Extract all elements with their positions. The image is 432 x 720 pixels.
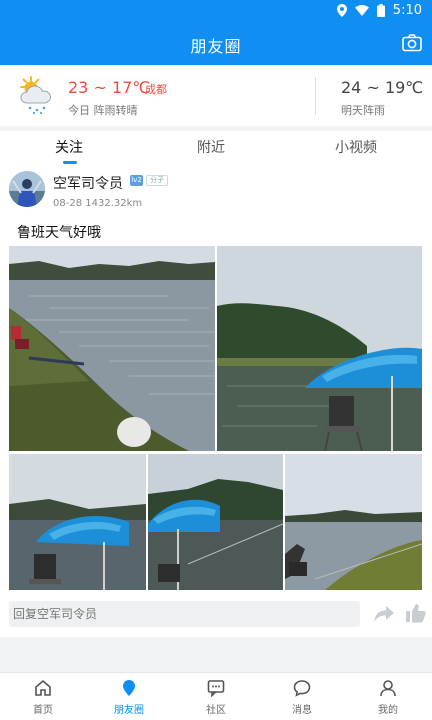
post-photo[interactable] [217,246,422,451]
post-photo[interactable] [9,454,146,590]
tomorrow-forecast: 明天阵雨 [341,104,385,117]
divider [315,77,316,115]
status-bar: 5:10 [0,0,432,22]
camera-icon[interactable] [402,34,422,52]
tab-following[interactable]: 关注 [55,137,83,157]
level-badge: lv2 [130,175,143,186]
post-meta: 08-28 1432.32km [53,198,143,209]
post-photo[interactable] [148,454,283,590]
city-label: 成都 [145,83,167,96]
bottom-navigation: 首页 朋友圈 社区 消息 我的 [0,672,432,720]
tab-short-video[interactable]: 小视频 [335,137,377,157]
status-time: 5:10 [392,3,422,18]
nav-moments[interactable]: 朋友圈 [99,679,159,716]
today-temperature: 23 ~ 17℃ [68,78,151,97]
battery-icon [376,4,385,17]
nav-profile-label: 我的 [378,705,398,716]
title-badge: 分子 [146,175,168,186]
reply-input[interactable]: 回复空军司令员 [9,601,360,627]
home-icon [35,679,51,696]
location-pin-icon [123,680,135,696]
share-icon[interactable] [374,605,394,623]
nav-messages-label: 消息 [292,705,312,716]
today-forecast: 今日 阵雨转晴 [68,104,138,117]
location-icon [336,4,347,17]
message-icon [293,680,311,697]
tab-nearby[interactable]: 附近 [197,137,225,157]
screen: 5:10 朋友圈 23 ~ 17℃ 成都 今日 阵雨转晴 24 ~ 19℃ 明天… [0,0,432,720]
page-title: 朋友圈 [190,37,242,56]
post-text: 鲁班天气好哦 [17,225,101,241]
nav-home[interactable]: 首页 [13,679,73,716]
app-header: 5:10 朋友圈 [0,0,432,65]
nav-profile[interactable]: 我的 [358,679,418,716]
nav-moments-label: 朋友圈 [114,705,144,716]
post-username[interactable]: 空军司令员 [53,173,123,193]
chat-bubble-icon [207,680,225,697]
feed-tabs: 关注 附近 小视频 [0,131,432,165]
nav-home-label: 首页 [33,705,53,716]
active-tab-indicator [63,161,77,164]
tomorrow-temperature: 24 ~ 19℃ [341,78,424,97]
post-photo[interactable] [9,246,215,451]
user-icon [380,680,396,697]
nav-community-label: 社区 [206,705,226,716]
rain-sun-weather-icon [20,76,52,115]
avatar[interactable] [9,171,45,207]
weather-panel[interactable]: 23 ~ 17℃ 成都 今日 阵雨转晴 24 ~ 19℃ 明天阵雨 [0,65,432,126]
wifi-icon [354,5,369,16]
thumbs-up-icon[interactable] [406,603,426,623]
nav-community[interactable]: 社区 [186,679,246,716]
post-photo[interactable] [285,454,422,590]
nav-messages[interactable]: 消息 [272,679,332,716]
feed-post: 空军司令员 lv2 分子 08-28 1432.32km 鲁班天气好哦 回复空军… [0,165,432,637]
